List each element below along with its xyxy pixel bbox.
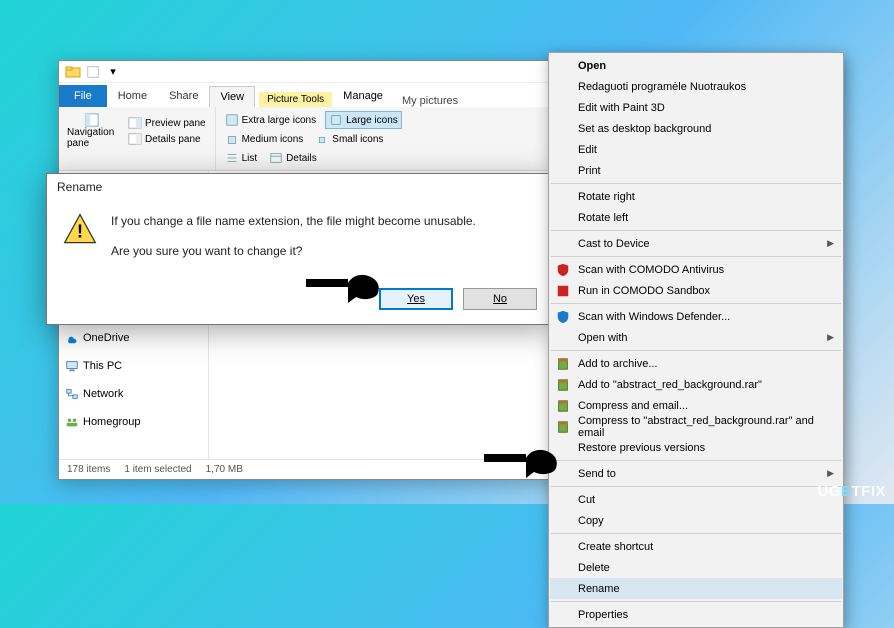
menu-print[interactable]: Print: [550, 160, 842, 181]
menu-compress-email[interactable]: Compress and email...: [550, 395, 842, 416]
tree-network[interactable]: Network: [61, 385, 206, 403]
tab-manage[interactable]: Manage: [332, 85, 394, 107]
comodo-shield-icon: [555, 262, 571, 278]
menu-scan-comodo[interactable]: Scan with COMODO Antivirus: [550, 259, 842, 280]
chevron-right-icon: ▶: [827, 238, 834, 249]
status-selected: 1 item selected: [124, 464, 191, 475]
menu-paint3d[interactable]: Edit with Paint 3D: [550, 97, 842, 118]
menu-rotate-left[interactable]: Rotate left: [550, 207, 842, 228]
menu-separator: [551, 533, 841, 534]
menu-cut[interactable]: Cut: [550, 489, 842, 510]
status-items: 178 items: [67, 464, 110, 475]
menu-compress-to-email[interactable]: Compress to "abstract_red_background.rar…: [550, 416, 842, 437]
winrar-icon: [555, 356, 571, 372]
defender-shield-icon: [555, 309, 571, 325]
dialog-text: If you change a file name extension, the…: [111, 212, 476, 272]
navigation-pane-button[interactable]: Navigation pane: [65, 111, 119, 151]
menu-open[interactable]: Open: [550, 55, 842, 76]
preview-pane-label: Preview pane: [145, 118, 206, 129]
large-icons-button[interactable]: Large icons: [325, 111, 402, 129]
small-icons-button[interactable]: Small icons: [312, 132, 386, 148]
chevron-right-icon: ▶: [827, 468, 834, 479]
menu-restore-previous[interactable]: Restore previous versions: [550, 437, 842, 458]
dialog-title: Rename: [47, 174, 551, 200]
tab-home[interactable]: Home: [107, 85, 158, 107]
warning-icon: !: [63, 212, 97, 246]
pointer-annotation-rename: [484, 438, 562, 478]
menu-separator: [551, 350, 841, 351]
details-pane-label: Details pane: [145, 134, 201, 145]
preview-pane-button[interactable]: Preview pane: [125, 115, 209, 131]
menu-add-to-rar[interactable]: Add to "abstract_red_background.rar": [550, 374, 842, 395]
no-button[interactable]: No: [463, 288, 537, 310]
chevron-right-icon: ▶: [827, 332, 834, 343]
tree-onedrive[interactable]: OneDrive: [61, 329, 206, 347]
menu-edit[interactable]: Edit: [550, 139, 842, 160]
menu-open-with[interactable]: Open with▶: [550, 327, 842, 348]
tree-homegroup[interactable]: Homegroup: [61, 413, 206, 431]
menu-cast-to-device[interactable]: Cast to Device▶: [550, 233, 842, 254]
dialog-line2: Are you sure you want to change it?: [111, 242, 476, 260]
tab-share[interactable]: Share: [158, 85, 209, 107]
menu-rotate-right[interactable]: Rotate right: [550, 186, 842, 207]
yes-button[interactable]: Yes: [379, 288, 453, 310]
menu-run-comodo-sandbox[interactable]: Run in COMODO Sandbox: [550, 280, 842, 301]
rename-dialog: Rename ! If you change a file name exten…: [46, 173, 552, 325]
status-size: 1,70 MB: [206, 464, 243, 475]
watermark: UGETFIX: [817, 483, 886, 500]
dialog-line1: If you change a file name extension, the…: [111, 212, 476, 230]
menu-copy[interactable]: Copy: [550, 510, 842, 531]
svg-text:!: !: [77, 221, 83, 242]
details-button[interactable]: Details: [266, 150, 320, 166]
menu-send-to[interactable]: Send to▶: [550, 463, 842, 484]
ribbon-group-panes: Navigation pane Preview pane Details pan…: [59, 107, 216, 170]
navigation-pane-label: Navigation pane: [67, 127, 117, 149]
extra-large-icons-button[interactable]: Extra large icons: [222, 112, 319, 128]
menu-set-desktop-bg[interactable]: Set as desktop background: [550, 118, 842, 139]
contextual-tab-label: Picture Tools: [259, 92, 332, 107]
qat-dropdown[interactable]: ▾: [105, 64, 121, 80]
winrar-icon: [555, 398, 571, 414]
menu-separator: [551, 303, 841, 304]
comodo-sandbox-icon: [555, 283, 571, 299]
list-button[interactable]: List: [222, 150, 261, 166]
menu-create-shortcut[interactable]: Create shortcut: [550, 536, 842, 557]
tab-view[interactable]: View: [209, 86, 255, 107]
tab-file[interactable]: File: [59, 85, 107, 107]
window-title-path: My pictures: [402, 95, 458, 107]
menu-delete[interactable]: Delete: [550, 557, 842, 578]
tree-this-pc[interactable]: This PC: [61, 357, 206, 375]
menu-windows-defender[interactable]: Scan with Windows Defender...: [550, 306, 842, 327]
menu-separator: [551, 256, 841, 257]
menu-add-to-archive[interactable]: Add to archive...: [550, 353, 842, 374]
menu-separator: [551, 230, 841, 231]
winrar-icon: [555, 419, 571, 435]
menu-separator: [551, 460, 841, 461]
medium-icons-button[interactable]: Medium icons: [222, 132, 307, 148]
menu-properties[interactable]: Properties: [550, 604, 842, 625]
folder-icon: [65, 64, 81, 80]
menu-separator: [551, 601, 841, 602]
pointer-annotation-yes: [306, 263, 384, 303]
qat-button[interactable]: [85, 64, 101, 80]
menu-redaguoti[interactable]: Redaguoti programėle Nuotraukos: [550, 76, 842, 97]
details-pane-button[interactable]: Details pane: [125, 131, 209, 147]
menu-rename[interactable]: Rename: [550, 578, 842, 599]
winrar-icon: [555, 377, 571, 393]
menu-separator: [551, 183, 841, 184]
context-menu: Open Redaguoti programėle Nuotraukos Edi…: [548, 52, 844, 628]
menu-separator: [551, 486, 841, 487]
